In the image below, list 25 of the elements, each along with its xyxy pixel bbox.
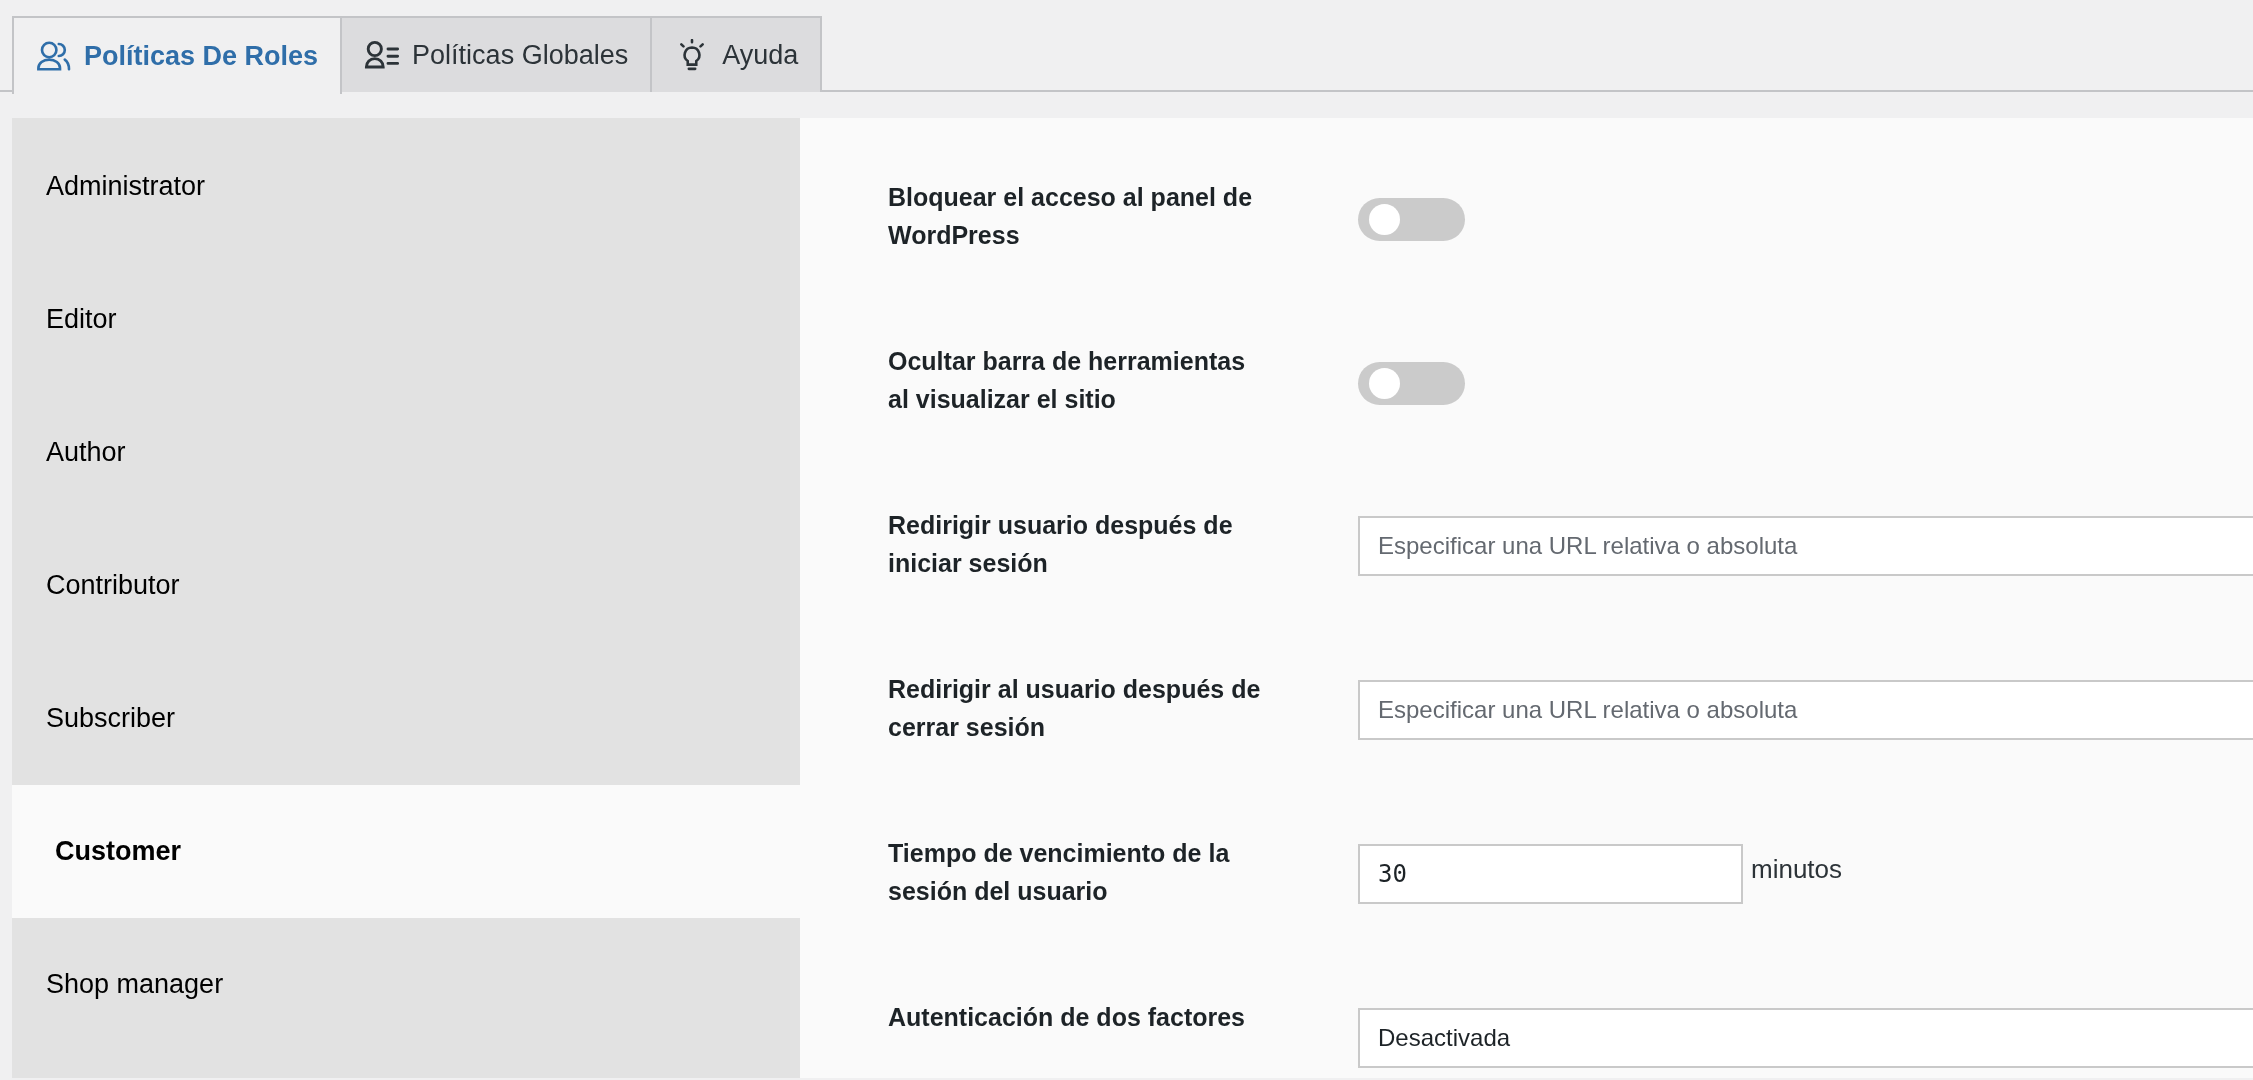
- users-icon: [36, 40, 72, 72]
- url-input[interactable]: Especificar una URL relativa o absoluta: [1358, 516, 2253, 576]
- role-item[interactable]: Author: [12, 386, 800, 519]
- role-item[interactable]: Editor: [12, 253, 800, 386]
- toggle-switch[interactable]: [1358, 362, 1465, 405]
- role-item[interactable]: Subscriber: [12, 652, 800, 785]
- setting-label: Tiempo de vencimiento de la sesión del usuario: [888, 838, 1231, 907]
- setting-label: Ocultar barra de herramientas al visualizar el sitio: [888, 346, 1247, 415]
- unit-label: minutos: [1751, 853, 1843, 885]
- toggle-switch[interactable]: [1358, 198, 1465, 241]
- user-list-icon: [364, 39, 401, 71]
- number-input[interactable]: 30: [1358, 844, 1743, 904]
- role-item[interactable]: Customer: [12, 785, 800, 918]
- tab[interactable]: Ayuda: [650, 16, 823, 92]
- setting-label: Redirigir usuario después de iniciar sesión: [888, 510, 1234, 579]
- url-input[interactable]: Especificar una URL relativa o absoluta: [1358, 680, 2253, 740]
- setting-label: Autenticación de dos factores: [888, 1002, 1247, 1033]
- role-item[interactable]: Shop manager: [12, 918, 800, 1051]
- setting-label: Bloquear el acceso al panel de WordPress: [888, 182, 1254, 251]
- tab[interactable]: Políticas De Roles: [12, 16, 343, 94]
- tab[interactable]: Políticas Globales: [340, 16, 653, 92]
- setting-label: Redirigir al usuario después de cerrar sesión: [888, 674, 1262, 743]
- role-item[interactable]: Administrator: [12, 120, 800, 253]
- select-field[interactable]: Desactivada: [1358, 1008, 2253, 1068]
- role-item[interactable]: Contributor: [12, 519, 800, 652]
